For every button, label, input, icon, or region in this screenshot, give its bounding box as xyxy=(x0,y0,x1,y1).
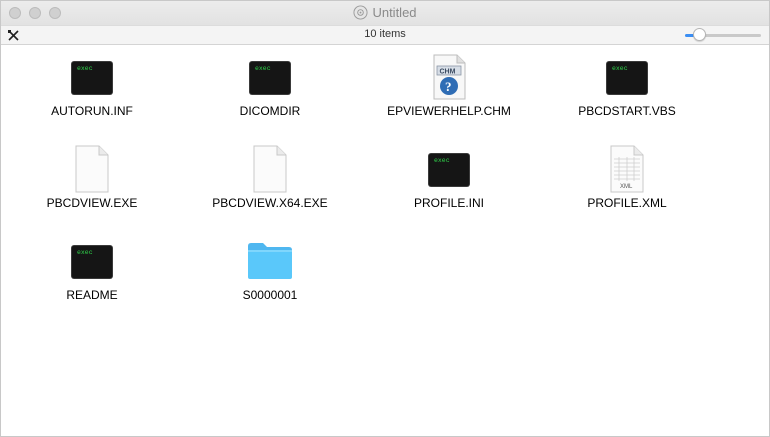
svg-text:exec: exec xyxy=(77,249,93,256)
slider-track xyxy=(699,34,761,37)
finder-window: Untitled 10 items exec AUTORUN.INF exec … xyxy=(0,0,770,437)
file-item[interactable]: S0000001 xyxy=(185,237,355,302)
blank-document-icon xyxy=(75,145,109,193)
file-name: PBCDSTART.VBS xyxy=(578,104,676,118)
blank-document-icon xyxy=(253,145,287,193)
icon-size-slider[interactable] xyxy=(685,28,763,42)
slider-thumb[interactable] xyxy=(693,28,706,41)
file-name: AUTORUN.INF xyxy=(51,104,133,118)
file-item[interactable]: exec README xyxy=(7,237,177,302)
file-item[interactable]: exec PROFILE.INI xyxy=(364,145,534,210)
item-count: 10 items xyxy=(364,28,406,40)
file-name: S0000001 xyxy=(242,288,298,302)
file-item[interactable]: PBCDVIEW.X64.EXE xyxy=(185,145,355,210)
exec-icon: exec xyxy=(71,61,113,95)
svg-text:XML: XML xyxy=(620,184,633,190)
file-name: PBCDVIEW.EXE xyxy=(46,196,138,210)
svg-text:exec: exec xyxy=(612,65,628,72)
file-item[interactable]: CHM ? EPVIEWERHELP.CHM xyxy=(364,53,534,118)
file-item[interactable]: exec AUTORUN.INF xyxy=(7,53,177,118)
window-title-area: Untitled xyxy=(1,5,769,20)
file-item[interactable]: PBCDVIEW.EXE xyxy=(7,145,177,210)
window-title: Untitled xyxy=(372,5,417,20)
exec-icon: exec xyxy=(606,61,648,95)
disc-icon xyxy=(353,5,368,20)
exec-icon: exec xyxy=(428,153,470,187)
chm-icon: CHM ? xyxy=(433,54,466,100)
file-name: README xyxy=(66,288,118,302)
file-name: PROFILE.XML xyxy=(587,196,667,210)
file-item[interactable]: exec PBCDSTART.VBS xyxy=(542,53,712,118)
file-item[interactable]: exec DICOMDIR xyxy=(185,53,355,118)
svg-text:CHM: CHM xyxy=(440,69,456,76)
exec-icon: exec xyxy=(71,245,113,279)
file-name: EPVIEWERHELP.CHM xyxy=(387,104,511,118)
svg-text:exec: exec xyxy=(434,157,450,164)
exec-icon: exec xyxy=(249,61,291,95)
folder-icon xyxy=(248,243,292,279)
xml-document-icon: XML xyxy=(610,145,644,193)
title-bar[interactable]: Untitled xyxy=(1,1,769,25)
file-name: PROFILE.INI xyxy=(413,196,484,210)
svg-text:exec: exec xyxy=(255,65,271,72)
file-name: DICOMDIR xyxy=(239,104,301,118)
file-name: PBCDVIEW.X64.EXE xyxy=(212,196,328,210)
svg-text:exec: exec xyxy=(77,65,93,72)
status-bar: 10 items xyxy=(1,25,769,45)
svg-text:?: ? xyxy=(445,79,452,94)
file-item[interactable]: XML PROFILE.XML xyxy=(542,145,712,210)
